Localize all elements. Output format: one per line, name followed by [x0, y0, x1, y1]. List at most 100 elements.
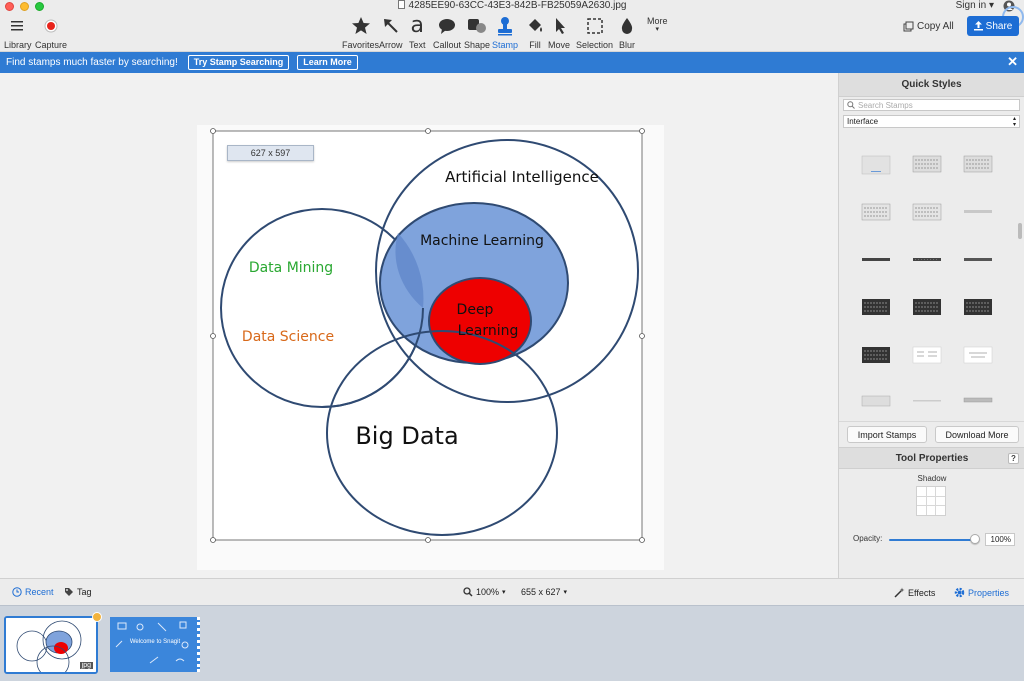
properties-button[interactable]: Properties [954, 587, 1009, 598]
tool-arrow[interactable]: Arrow [379, 16, 403, 50]
stamp-item[interactable] [861, 346, 891, 364]
stamp-item[interactable] [861, 395, 891, 407]
dl-ellipse [428, 277, 532, 365]
opacity-slider-track[interactable] [889, 539, 975, 541]
favorites-label: Favorites [342, 40, 380, 50]
stamp-item[interactable] [912, 399, 942, 403]
tool-stamp[interactable]: Stamp [492, 16, 518, 50]
stamp-item[interactable] [912, 257, 942, 263]
stamp-item[interactable] [861, 155, 891, 175]
stamp-item[interactable] [861, 257, 891, 263]
stamp-item[interactable] [963, 155, 993, 173]
venn-diagram-image[interactable]: Artificial Intelligence Machine Learning… [0, 73, 838, 578]
tool-fill[interactable]: Fill [526, 16, 544, 50]
label-learning: Learning [458, 323, 519, 339]
stamp-item[interactable] [912, 298, 942, 316]
stamp-item[interactable] [912, 155, 942, 173]
label-data-mining: Data Mining [249, 260, 333, 276]
editor-canvas[interactable]: Artificial Intelligence Machine Learning… [0, 73, 838, 578]
help-button[interactable]: ? [1008, 453, 1019, 464]
shadow-direction-picker[interactable] [916, 486, 946, 516]
effects-label: Effects [908, 587, 936, 598]
capture-thumbnail-welcome[interactable]: Welcome to Snagit [110, 617, 200, 672]
shadow-cell[interactable] [926, 506, 936, 515]
shadow-cell[interactable] [936, 496, 945, 506]
gear-icon [954, 587, 965, 598]
tool-callout[interactable]: Callout [433, 16, 461, 50]
opacity-label: Opacity: [853, 534, 883, 543]
stamp-item[interactable] [963, 209, 993, 215]
download-more-button[interactable]: Download More [935, 426, 1019, 443]
callout-icon [438, 16, 456, 36]
stamp-actions: Import Stamps Download More [839, 421, 1024, 447]
copy-all-button[interactable]: Copy All [903, 17, 957, 35]
stamp-item[interactable] [963, 346, 993, 364]
stamp-item[interactable] [861, 203, 891, 221]
try-stamp-searching-button[interactable]: Try Stamp Searching [187, 55, 290, 70]
stamp-item[interactable] [963, 298, 993, 316]
stamp-grid [843, 143, 1019, 413]
stamp-item[interactable] [963, 397, 993, 403]
stamp-item[interactable] [963, 257, 993, 263]
tool-blur[interactable]: Blur [619, 16, 635, 50]
more-tools-button[interactable]: More ▾ [647, 16, 668, 34]
tool-favorites[interactable]: Favorites [342, 16, 379, 50]
shadow-cell[interactable] [917, 496, 926, 506]
tag-icon [65, 588, 73, 596]
effects-button[interactable]: Effects [894, 587, 935, 598]
search-stamps-placeholder: Search Stamps [858, 100, 913, 110]
tag-button[interactable]: Tag [64, 587, 92, 597]
callout-label: Callout [433, 40, 462, 50]
move-label: Move [548, 40, 571, 50]
shadow-cell[interactable] [936, 487, 945, 496]
stamp-item[interactable] [912, 346, 942, 364]
size-tooltip: 627 x 597 [227, 145, 314, 161]
clock-icon [12, 587, 22, 597]
label-big-data: Big Data [355, 422, 458, 450]
copy-all-label: Copy All [917, 20, 954, 32]
document-icon [397, 0, 405, 9]
fill-label: Fill [529, 40, 541, 50]
shadow-cell[interactable] [917, 506, 926, 515]
library-label: Library [4, 40, 32, 50]
more-label: More [647, 16, 668, 26]
capture-button[interactable]: Capture [35, 16, 67, 50]
library-button[interactable]: Library [4, 16, 32, 50]
import-stamps-button[interactable]: Import Stamps [847, 426, 927, 443]
share-button[interactable]: Share [967, 16, 1019, 36]
blur-icon [620, 16, 634, 36]
close-banner-icon[interactable]: ✕ [1007, 55, 1018, 69]
shadow-cell[interactable] [926, 496, 936, 506]
welcome-thumbnail-title: Welcome to Snagit [129, 639, 181, 645]
size-tooltip-text: 627 x 597 [250, 148, 291, 158]
shadow-label: Shadow [917, 474, 947, 483]
zoom-control[interactable]: 100% ▾ [463, 587, 506, 597]
search-stamps-input[interactable]: Search Stamps [843, 99, 1020, 111]
shadow-cell[interactable] [936, 506, 945, 515]
opacity-slider-knob[interactable] [970, 534, 980, 544]
capture-thumbnail-venn[interactable]: jpg [4, 616, 98, 674]
opacity-input[interactable]: 100% [985, 533, 1015, 546]
stamp-item[interactable] [861, 298, 891, 316]
sign-in-link[interactable]: Sign in ▾ [956, 0, 994, 11]
opacity-value: 100% [990, 535, 1011, 544]
stamp-category-select[interactable]: Interface ▴ ▾ [843, 115, 1020, 128]
shadow-cell[interactable] [926, 487, 936, 496]
dimensions-control[interactable]: 655 x 627 ▾ [521, 587, 567, 597]
magic-wand-icon [894, 587, 905, 598]
recent-button[interactable]: Recent [12, 587, 54, 597]
file-type-tag: jpg [79, 662, 93, 669]
tool-selection[interactable]: Selection [576, 16, 613, 50]
tool-shape[interactable]: Shape [464, 16, 490, 50]
stamp-grid-scrollbar[interactable] [1018, 223, 1022, 239]
fill-icon [526, 16, 544, 36]
learn-more-button[interactable]: Learn More [297, 55, 358, 70]
stamp-item[interactable] [912, 203, 942, 221]
star-icon [351, 16, 371, 36]
shadow-cell[interactable] [917, 487, 926, 496]
toolbar: 4285EE90-63CC-43E3-842B-FB25059A2630.jpg… [0, 0, 1024, 52]
text-icon: a [410, 13, 424, 38]
tool-text[interactable]: a Text [409, 13, 426, 51]
tool-move[interactable]: Move [548, 16, 570, 50]
window-title: 4285EE90-63CC-43E3-842B-FB25059A2630.jpg [0, 0, 1024, 11]
